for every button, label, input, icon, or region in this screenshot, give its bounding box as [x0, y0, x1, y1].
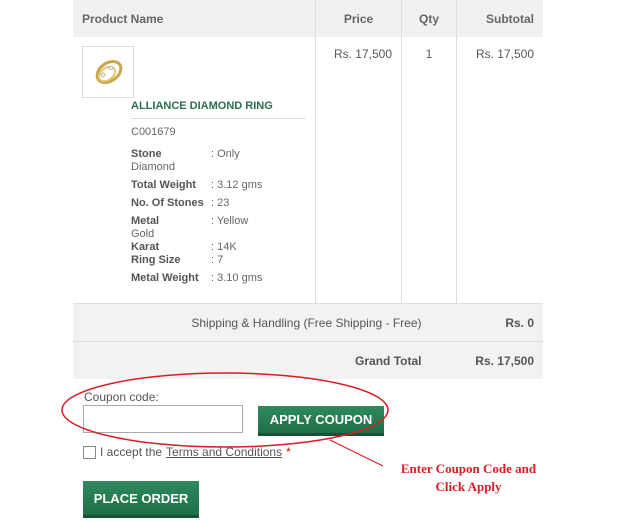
annotation-overlay: [61, 372, 389, 467]
annotation-pointer-line: [329, 439, 384, 467]
annotation-ellipse: [61, 372, 389, 448]
annotation-line1: Enter Coupon Code and: [400, 461, 537, 476]
annotation-line2: Click Apply: [435, 479, 502, 494]
annotation-callout: Enter Coupon Code and Click Apply: [386, 460, 551, 496]
